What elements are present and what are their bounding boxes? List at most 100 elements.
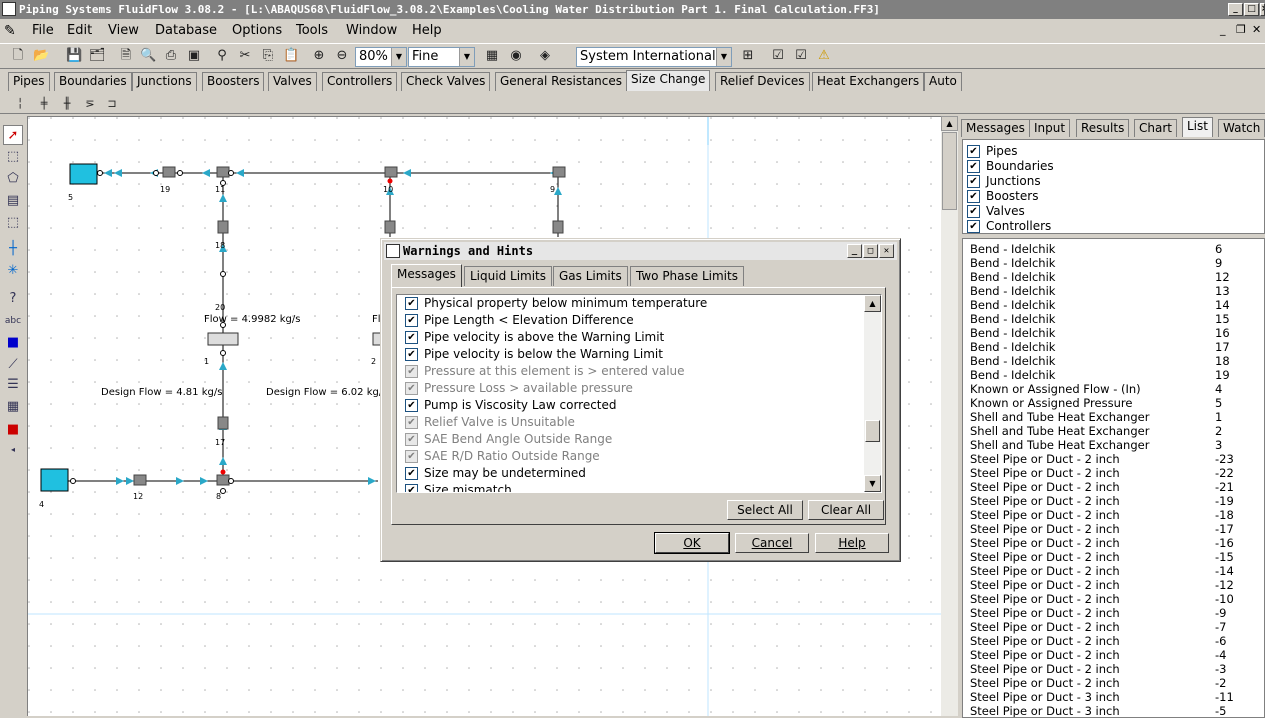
warning-option[interactable]: ✔ Pipe velocity is below the Warning Limi… [405,346,663,363]
list-item[interactable]: Bend - Idelchik 15 [970,312,1230,326]
list-item[interactable]: Steel Pipe or Duct - 2 inch -17 [970,522,1234,536]
open-icon[interactable]: 📂 [33,48,49,64]
checkbox-checked-icon[interactable]: ✔ [405,467,418,480]
maximize-button[interactable]: □ [1244,3,1259,16]
crosshair-icon[interactable]: ┼ [3,239,23,259]
notes-icon[interactable]: ▦ [3,397,23,417]
element-list[interactable]: Bend - Idelchik 6 Bend - Idelchik 9 Bend - I… [962,238,1265,718]
list-item[interactable]: Steel Pipe or Duct - 2 inch -9 [970,606,1226,620]
list-item[interactable]: Steel Pipe or Duct - 2 inch -18 [970,508,1234,522]
find-icon[interactable]: ⚲ [214,48,230,64]
mdi-restore-icon[interactable]: ❐ [1236,23,1246,36]
checkbox-checked-icon[interactable]: ✔ [405,348,418,361]
list-item[interactable]: Steel Pipe or Duct - 2 inch -21 [970,480,1234,494]
list-item[interactable]: Bend - Idelchik 18 [970,354,1230,368]
scroll-thumb[interactable] [942,132,957,210]
list-item[interactable]: Steel Pipe or Duct - 2 inch -19 [970,494,1234,508]
palette-scroll-icon[interactable]: ◂ [3,440,23,460]
filter-junctions[interactable]: ✔ Junctions [967,174,1041,189]
warning-option[interactable]: ✔ Relief Valve is Unsuitable [405,414,575,431]
dialog-minimize-button[interactable]: _ [847,244,862,258]
list-item[interactable]: Bend - Idelchik 16 [970,326,1230,340]
list-item[interactable]: Bend - Idelchik 17 [970,340,1230,354]
star-icon[interactable]: ✳ [3,261,23,281]
dialog-tab-messages[interactable]: Messages [391,264,462,287]
heat-exchanger-1-icon[interactable] [207,332,239,346]
checkbox-checked-icon[interactable]: ✔ [967,190,980,203]
warning-option[interactable]: ✔ Physical property below minimum tempera… [405,295,707,312]
list-item[interactable]: Known or Assigned Pressure 5 [970,396,1222,410]
color-box-icon[interactable]: ■ [3,333,23,353]
reducer-icon[interactable]: ⊐ [104,96,120,112]
tab-messages[interactable]: Messages [961,119,1030,137]
dialog-tab-gas-limits[interactable]: Gas Limits [553,266,628,286]
tab-heat-exchangers[interactable]: Heat Exchangers [812,72,925,91]
select-all-button[interactable]: Select All [727,500,803,520]
database-icon[interactable]: ◈ [537,48,553,64]
check-icon[interactable]: ☑ [793,48,809,64]
menu-options[interactable]: Options [232,23,282,38]
tab-junctions[interactable]: Junctions [132,72,197,91]
tab-pipes[interactable]: Pipes [8,72,50,91]
warning-option[interactable]: ✔ Pipe velocity is above the Warning Limi… [405,329,664,346]
select-poly-icon[interactable]: ⬠ [3,169,23,189]
warning-option[interactable]: ✔ Pressure at this element is > entered v… [405,363,685,380]
list-item[interactable]: Shell and Tube Heat Exchanger 2 [970,424,1222,438]
checkbox-checked-icon[interactable]: ✔ [405,365,418,378]
zoom-out-icon[interactable]: ⊖ [334,48,350,64]
checkbox-checked-icon[interactable]: ✔ [405,433,418,446]
checkbox-checked-icon[interactable]: ✔ [967,220,980,233]
list-item[interactable]: Steel Pipe or Duct - 2 inch -22 [970,466,1234,480]
tab-relief-devices[interactable]: Relief Devices [715,72,810,91]
help-button[interactable]: Help [815,533,889,553]
warning-option[interactable]: ✔ Pump is Viscosity Law corrected [405,397,617,414]
line-weight-icon[interactable]: ☰ [3,375,23,395]
checkbox-checked-icon[interactable]: ✔ [405,382,418,395]
warning-option[interactable]: ✔ Pressure Loss > available pressure [405,380,633,397]
list-item[interactable]: Steel Pipe or Duct - 2 inch -6 [970,634,1226,648]
list-item[interactable]: Steel Pipe or Duct - 2 inch -12 [970,578,1234,592]
list-item[interactable]: Steel Pipe or Duct - 2 inch -15 [970,550,1234,564]
checkbox-checked-icon[interactable]: ✔ [405,399,418,412]
menu-file[interactable]: File [32,23,54,38]
tab-check-valves[interactable]: Check Valves [401,72,491,91]
paste-icon[interactable]: 📋 [283,48,299,64]
list-item[interactable]: Steel Pipe or Duct - 2 inch -14 [970,564,1234,578]
scroll-up-icon[interactable]: ▲ [864,295,881,312]
cut-icon[interactable]: ✂ [237,48,253,64]
checkbox-checked-icon[interactable]: ✔ [967,205,980,218]
filter-boosters[interactable]: ✔ Boosters [967,189,1038,204]
list-item[interactable]: Shell and Tube Heat Exchanger 3 [970,438,1222,452]
tab-boundaries[interactable]: Boundaries [54,72,132,91]
tab-results[interactable]: Results [1076,119,1130,137]
cancel-button[interactable]: Cancel [735,533,809,553]
list-item[interactable]: Bend - Idelchik 6 [970,242,1222,256]
tab-chart[interactable]: Chart [1134,119,1177,137]
warning-icon[interactable]: ⚠ [816,48,832,64]
fill-color-icon[interactable]: ■ [3,420,23,440]
list-item[interactable]: Steel Pipe or Duct - 2 inch -2 [970,676,1226,690]
tab-size-change[interactable]: Size Change [626,70,711,91]
list-item[interactable]: Shell and Tube Heat Exchanger 1 [970,410,1222,424]
list-item[interactable]: Steel Pipe or Duct - 2 inch -3 [970,662,1226,676]
checkbox-checked-icon[interactable]: ✔ [405,314,418,327]
new-icon[interactable]: 🗋 [10,48,26,64]
dialog-close-button[interactable]: ✕ [879,244,894,258]
flow-source-icon[interactable] [40,468,69,492]
zoom-in-icon[interactable]: ⊕ [311,48,327,64]
help-cursor-icon[interactable]: ? [3,289,23,309]
zoom-box-icon[interactable]: ⬚ [3,213,23,233]
check-list-icon[interactable]: ☑ [770,48,786,64]
warning-option[interactable]: ✔ SAE R/D Ratio Outside Range [405,448,600,465]
menu-window[interactable]: Window [346,23,397,38]
print-icon[interactable]: ⎙ [163,48,179,64]
tab-general-resistances[interactable]: General Resistances [495,72,628,91]
calculator-icon[interactable]: ▦ [484,48,500,64]
tab-controllers[interactable]: Controllers [322,72,398,91]
zoom-select[interactable]: 80% ▼ [355,47,407,67]
units-select[interactable]: System International ▼ [576,47,732,67]
warning-option[interactable]: ✔ Pipe Length < Elevation Difference [405,312,634,329]
gradual-contraction-icon[interactable]: ╫ [59,96,75,112]
text-box-icon[interactable]: ▤ [3,191,23,211]
warning-option[interactable]: ✔ SAE Bend Angle Outside Range [405,431,612,448]
